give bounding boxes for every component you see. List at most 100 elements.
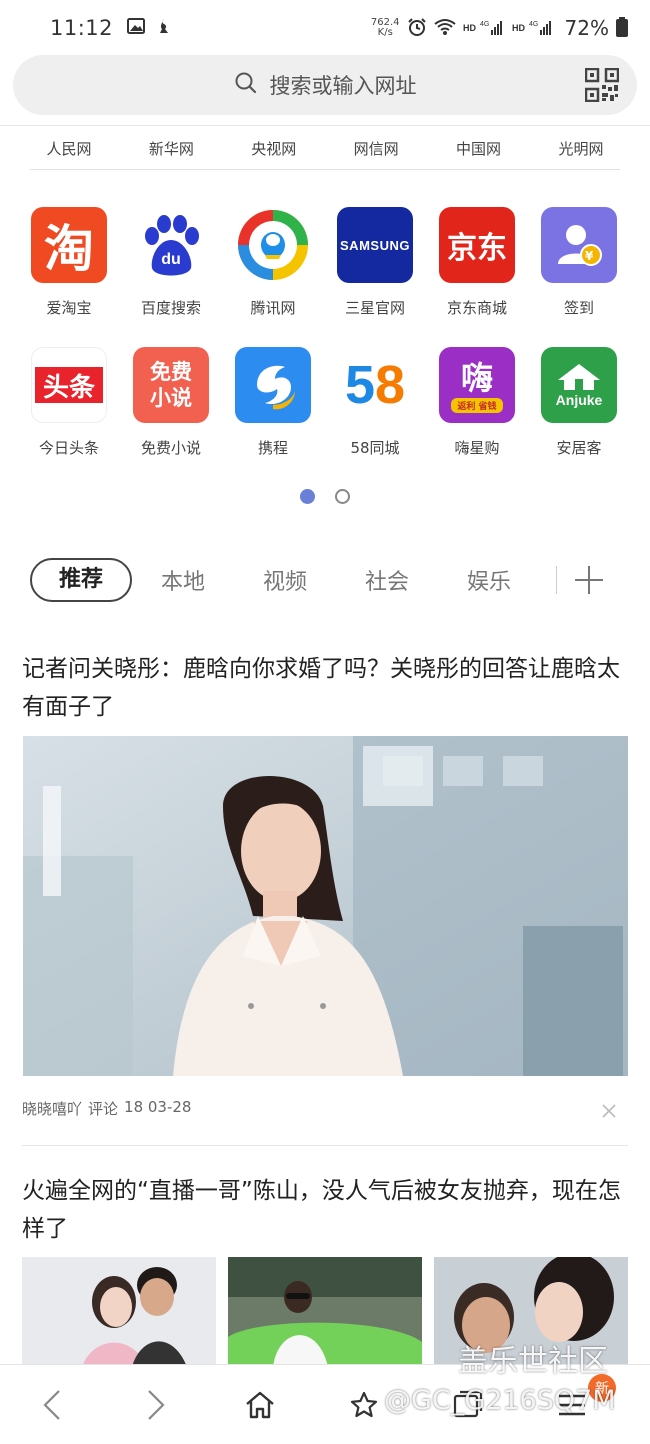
news-item-image[interactable] [23,736,628,1076]
app-58[interactable]: 5 8 58同城 [324,345,426,485]
app-toutiao[interactable]: 头条 今日头条 [18,345,120,485]
network-speed-unit: K/s [377,27,393,38]
quick-link[interactable]: 光明网 [530,138,632,159]
news-divider [22,1145,628,1146]
svg-text:HD: HD [463,23,476,33]
news-source: 晓晓嘻吖 [22,1100,83,1118]
app-jd[interactable]: 京东 京东商城 [426,205,528,345]
app-label: 京东商城 [446,299,507,317]
app-label: 嗨星购 [454,439,500,457]
star-icon [350,1391,378,1417]
app-label: 腾讯网 [250,299,296,317]
tab-recommended[interactable]: 推荐 [30,558,132,602]
novel-icon-text-1: 免费 [150,360,192,384]
gallery-icon [127,18,146,38]
baidu-icon-text: du [161,251,181,268]
58-icon-text-8: 8 [375,355,406,415]
search-icon [234,71,258,99]
checkin-icon: ¥ [541,207,617,283]
watermark-user-handle: @GC_G216SQ7M [384,1385,616,1416]
forward-button[interactable] [104,1375,208,1435]
app-notification-icon [155,17,173,39]
samsung-icon: SAMSUNG [337,207,413,283]
ctrip-icon [235,347,311,423]
novel-icon-text-2: 小说 [150,386,192,410]
signal-hd-4g-icon-2: HD 4G [512,18,554,39]
tab-society[interactable]: 社会 [336,564,438,596]
status-time: 11:12 [50,16,114,40]
app-tencent[interactable]: 腾讯网 [222,205,324,345]
app-ctrip[interactable]: 携程 [222,345,324,485]
watermark-community: 盖乐世社区 [458,1344,608,1379]
news-thumbnail[interactable] [22,1257,216,1367]
news-thumbnail[interactable] [228,1257,422,1367]
search-inner: 搜索或输入网址 [234,70,417,100]
chevron-left-icon [43,1389,60,1420]
app-taobao[interactable]: 淘 爱淘宝 [18,205,120,345]
58-icon: 5 8 [337,347,413,423]
news-date: 18 03-28 [124,1098,192,1116]
app-label: 免费小说 [140,439,201,457]
quick-link[interactable]: 央视网 [223,138,325,159]
haixing-icon-text: 嗨 [460,358,493,397]
tab-video[interactable]: 视频 [234,564,336,596]
novel-icon: 免费 小说 [133,347,209,423]
quick-link[interactable]: 人民网 [18,138,120,159]
tab-entertainment[interactable]: 娱乐 [438,564,540,596]
alarm-icon [407,17,427,40]
app-label: 携程 [257,439,288,457]
quick-link[interactable]: 中国网 [428,138,530,159]
anjuke-icon-text: Anjuke [555,392,603,408]
app-label: 签到 [563,299,594,317]
back-button[interactable] [0,1375,104,1435]
search-input-placeholder[interactable]: 搜索或输入网址 [270,70,417,100]
news-comment-label: 评论 [88,1100,119,1118]
haixing-icon-subtext: 返利 省钱 [451,397,503,413]
app-samsung[interactable]: SAMSUNG 三星官网 [324,205,426,345]
taobao-icon-text: 淘 [44,220,94,278]
checkin-icon-text: ¥ [585,249,594,263]
tabs-separator [556,566,557,594]
chevron-right-icon [148,1389,165,1420]
quick-links-divider [30,169,620,170]
58-icon-text-5: 5 [344,355,375,415]
quick-link[interactable]: 网信网 [325,138,427,159]
baidu-icon: du [133,207,209,283]
news-item-title[interactable]: 记者问关晓彤：鹿晗向你求婚了吗？关晓彤的回答让鹿晗太有面子了 [22,650,630,726]
news-item-meta: 晓晓嘻吖 评论 18 03-28 [22,1098,191,1119]
app-haixing[interactable]: 嗨 返利 省钱 嗨星购 [426,345,528,485]
battery-percent: 72% [564,16,609,40]
close-icon[interactable] [600,1102,618,1120]
status-right-icons: 762.4 K/s HD 4G HD 4G 72% [371,16,628,40]
svg-text:4G: 4G [480,21,489,28]
network-speed: 762.4 K/s [371,18,400,38]
search-bar[interactable]: 搜索或输入网址 [13,55,637,115]
app-baidu[interactable]: du 百度搜索 [120,205,222,345]
app-anjuke[interactable]: Anjuke 安居客 [528,345,630,485]
app-label: 百度搜索 [140,299,201,317]
jd-icon-text: 京东 [447,231,507,266]
home-icon [246,1391,274,1418]
quick-links: 人民网 新华网 央视网 网信网 中国网 光明网 [18,126,632,170]
home-button[interactable] [208,1375,312,1435]
svg-text:HD: HD [512,23,525,33]
status-bar: 11:12 762.4 K/s HD 4G HD 4G 72% [0,0,650,56]
app-grid-page-indicator [300,489,350,504]
svg-text:4G: 4G [529,21,538,28]
app-label: 安居客 [556,439,602,457]
app-checkin[interactable]: ¥ 签到 [528,205,630,345]
qr-scan-button[interactable] [584,67,620,103]
app-novel[interactable]: 免费 小说 免费小说 [120,345,222,485]
samsung-icon-text: SAMSUNG [340,237,410,253]
page-dot-active[interactable] [300,489,315,504]
tencent-icon [235,207,311,283]
taobao-icon: 淘 [31,207,107,283]
news-item-title[interactable]: 火遍全网的“直播一哥”陈山，没人气后被女友抛弃，现在怎样了 [22,1172,630,1248]
wifi-icon [433,18,456,39]
app-label: 三星官网 [344,299,405,317]
add-tab-icon[interactable] [575,566,603,594]
status-left-icons [127,17,173,39]
quick-link[interactable]: 新华网 [120,138,222,159]
page-dot[interactable] [335,489,350,504]
tab-local[interactable]: 本地 [132,564,234,596]
